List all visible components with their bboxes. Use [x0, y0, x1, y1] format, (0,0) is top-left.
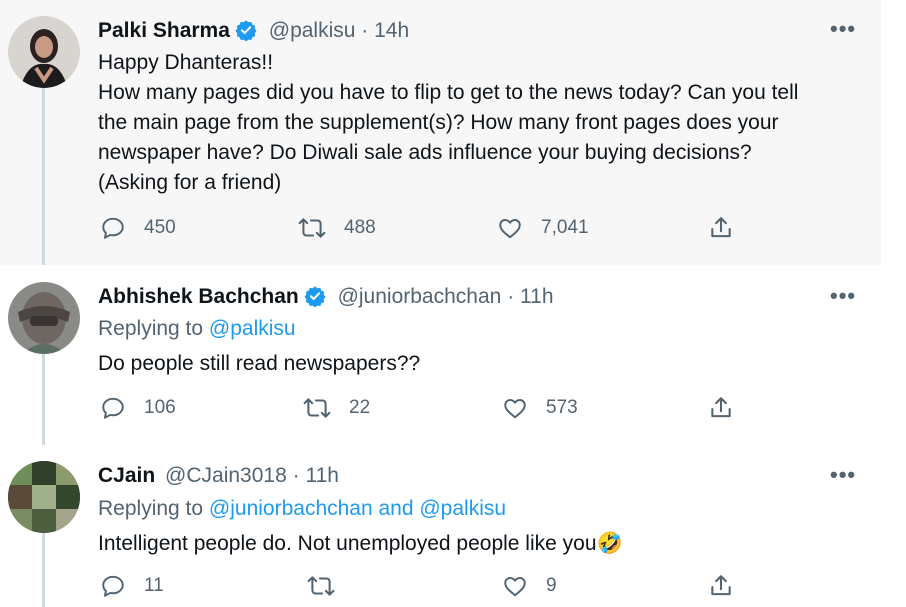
tweet-header: CJain @CJain3018 · 11h [98, 463, 339, 489]
tweet-text-line: newspaper have? Do Diwali sale ads influ… [98, 141, 752, 164]
tweet-text-line: How many pages did you have to flip to g… [98, 81, 799, 104]
like-icon [502, 573, 528, 599]
like-count: 7,041 [541, 217, 589, 238]
more-options-icon[interactable]: ••• [830, 283, 856, 309]
tweet-text-line: (Asking for a friend) [98, 171, 282, 194]
share-button[interactable] [708, 215, 734, 241]
timestamp[interactable]: 11h [520, 285, 553, 308]
share-icon [708, 395, 734, 421]
replying-to-label: Replying to [98, 497, 209, 520]
display-name[interactable]: CJain [98, 464, 155, 487]
rofl-emoji-icon: 🤣 [596, 532, 623, 555]
tweet-text: Do people still read newspapers?? [98, 352, 421, 375]
like-button[interactable]: 573 [502, 395, 578, 421]
tweet-text: Intelligent people do. Not unemployed pe… [98, 529, 858, 559]
like-icon [502, 395, 528, 421]
reply-count: 450 [144, 217, 176, 238]
display-name[interactable]: Abhishek Bachchan [98, 285, 299, 308]
tweet-text-body: Intelligent people do. Not unemployed pe… [98, 532, 597, 555]
reply-icon [100, 395, 126, 421]
separator: · [507, 285, 515, 308]
share-icon [708, 573, 734, 599]
like-icon [497, 215, 523, 241]
tweet-text-line: the main page from the supplement(s)? Ho… [98, 111, 779, 134]
tweet-actions: 450 488 7,041 [0, 215, 881, 249]
reply-icon [100, 573, 126, 599]
handle[interactable]: @juniorbachchan [338, 285, 502, 308]
retweet-button[interactable]: 22 [303, 395, 370, 421]
reply-icon [100, 215, 126, 241]
like-count: 573 [546, 397, 578, 418]
more-options-icon[interactable]: ••• [830, 16, 856, 42]
separator: · [292, 464, 300, 487]
timestamp[interactable]: 14h [374, 19, 409, 42]
reply-button[interactable]: 106 [100, 395, 176, 421]
share-icon [708, 215, 734, 241]
reply-count: 11 [144, 575, 164, 596]
reply-button[interactable]: 11 [100, 573, 164, 599]
avatar-abhishek-bachchan[interactable] [8, 282, 80, 354]
reply-count: 106 [144, 397, 176, 418]
handle[interactable]: @palkisu [269, 19, 356, 42]
tweet-text-line: Happy Dhanteras!! [98, 51, 274, 74]
retweet-count: 22 [349, 397, 371, 418]
avatar-palki-sharma[interactable] [8, 16, 80, 88]
replying-to-link[interactable]: @juniorbachchan and @palkisu [209, 497, 506, 520]
separator: · [361, 19, 369, 42]
tweet-abhishek-bachchan[interactable]: Abhishek Bachchan @juniorbachchan · 11h … [0, 265, 881, 445]
retweet-icon [298, 215, 326, 241]
replying-to-label: Replying to [98, 317, 209, 340]
retweet-count: 488 [344, 217, 376, 238]
verified-badge-icon [304, 285, 326, 314]
replying-to: Replying to @palkisu [98, 317, 296, 341]
tweet-actions: 11 9 [0, 573, 881, 607]
retweet-icon [303, 395, 331, 421]
retweet-button[interactable]: 488 [298, 215, 376, 241]
more-options-icon[interactable]: ••• [830, 462, 856, 488]
tweet-actions: 106 22 573 [0, 395, 881, 429]
tweet-cjain[interactable]: CJain @CJain3018 · 11h ••• Replying to @… [0, 445, 881, 607]
timestamp[interactable]: 11h [305, 464, 338, 487]
tweet-header: Palki Sharma @palkisu · 14h [98, 18, 409, 48]
display-name[interactable]: Palki Sharma [98, 19, 230, 42]
reply-button[interactable]: 450 [100, 215, 176, 241]
retweet-icon [307, 573, 335, 599]
tweet-header: Abhishek Bachchan @juniorbachchan · 11h [98, 284, 554, 314]
like-count: 9 [546, 575, 557, 596]
avatar-cjain[interactable] [8, 461, 80, 533]
replying-to-link[interactable]: @palkisu [209, 317, 296, 340]
like-button[interactable]: 7,041 [497, 215, 589, 241]
tweet-palki-sharma[interactable]: Palki Sharma @palkisu · 14h ••• Happy Dh… [0, 0, 881, 265]
verified-badge-icon [235, 19, 257, 48]
share-button[interactable] [708, 573, 734, 599]
share-button[interactable] [708, 395, 734, 421]
tweet-text: Happy Dhanteras!! How many pages did you… [98, 48, 858, 198]
handle[interactable]: @CJain3018 [165, 464, 287, 487]
retweet-button[interactable] [307, 573, 353, 599]
replying-to: Replying to @juniorbachchan and @palkisu [98, 497, 506, 521]
like-button[interactable]: 9 [502, 573, 557, 599]
